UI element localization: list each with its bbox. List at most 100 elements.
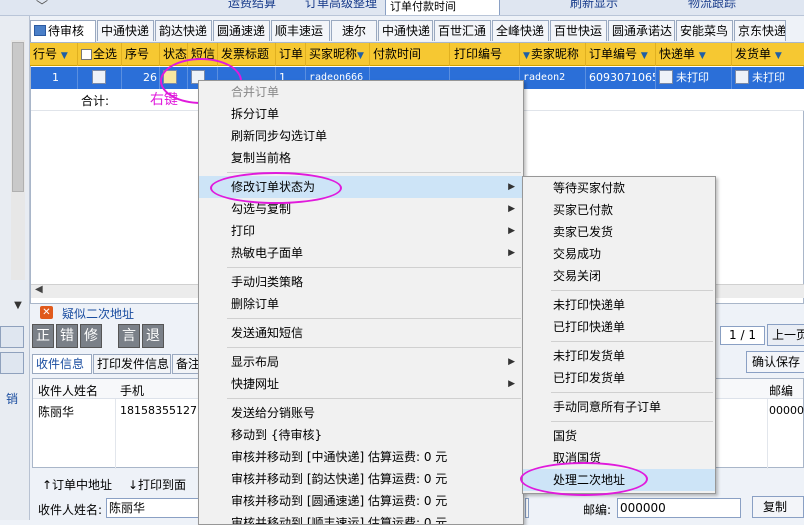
menu-item-manual-classify[interactable]: 手动归类策略 (199, 271, 523, 293)
toggle-print-face[interactable]: ↓打印到面 (128, 476, 186, 493)
tab-express[interactable]: 京东快递 (734, 20, 786, 41)
col-print-no[interactable]: 打印编号 (450, 43, 520, 66)
tab-express[interactable]: 速尔 (331, 20, 377, 41)
menu-item-review-move[interactable]: 审核并移动到 [圆通速递] 估算运费: 0 元 (199, 490, 523, 512)
submenu-item-express-unprinted[interactable]: 未打印快递单 (523, 294, 715, 316)
tab-print-sender[interactable]: 打印发件信息 (93, 354, 171, 374)
chevron-down-icon[interactable]: ﹀ (36, 0, 48, 14)
recipient-name-value[interactable]: 陈丽华 (38, 403, 74, 420)
logistics-track-button[interactable]: 物流跟踪 (688, 0, 736, 11)
filter-icon[interactable]: ▼ (699, 51, 706, 61)
submenu-item-agree-suborders[interactable]: 手动同意所有子订单 (523, 396, 715, 418)
tab-express[interactable]: 百世汇通 (434, 20, 491, 41)
tab-recipient-info[interactable]: 收件信息 (32, 354, 92, 374)
col-ship-bill[interactable]: 发货单 ▼ (732, 43, 804, 66)
ship-check[interactable] (735, 70, 749, 84)
quick-button[interactable]: 错 (56, 324, 78, 348)
menu-item-thermal-label[interactable]: 热敏电子面单 ▶ (199, 242, 523, 264)
quick-button[interactable]: 正 (32, 324, 54, 348)
chevron-right-icon: ▶ (508, 248, 515, 258)
scroll-down-icon[interactable]: ▼ (10, 300, 26, 311)
left-side-label[interactable]: 销 (0, 390, 24, 407)
menu-item-split-order[interactable]: 拆分订单 (199, 103, 523, 125)
tab-remark[interactable]: 备注 (172, 354, 200, 374)
quick-button[interactable]: 言 (118, 324, 140, 348)
close-icon[interactable]: ✕ (40, 306, 53, 319)
cell-checkbox[interactable] (78, 67, 122, 89)
submenu-item-buyer-paid[interactable]: 买家已付款 (523, 199, 715, 221)
row-checkbox[interactable] (92, 70, 106, 84)
submenu-item-await-payment[interactable]: 等待买家付款 (523, 177, 715, 199)
menu-item-delete-order[interactable]: 删除订单 (199, 293, 523, 315)
menu-item-review-move[interactable]: 审核并移动到 [韵达快递] 估算运费: 0 元 (199, 468, 523, 490)
recipient-name-input[interactable]: 陈丽华 (106, 498, 200, 518)
freight-settle-button[interactable]: 运费结算 (228, 0, 276, 11)
address-input-edge[interactable] (525, 498, 529, 518)
tab-express[interactable]: 顺丰速运 (271, 20, 330, 41)
submenu-item-seller-shipped[interactable]: 卖家已发货 (523, 221, 715, 243)
confirm-save-button[interactable]: 确认保存 (746, 351, 804, 373)
menu-item-copy-cell[interactable]: 复制当前格 (199, 147, 523, 169)
menu-item-review-move[interactable]: 审核并移动到 [顺丰速运] 估算运费: 0 元 (199, 512, 523, 524)
tab-express[interactable]: 全峰快递 (492, 20, 549, 41)
filter-icon[interactable]: ▼ (523, 51, 530, 61)
submenu-item-trade-success[interactable]: 交易成功 (523, 243, 715, 265)
menu-item-review-move[interactable]: 审核并移动到 [中通快递] 估算运费: 0 元 (199, 446, 523, 468)
tab-express[interactable]: 中通快递 (378, 20, 433, 41)
tab-express[interactable]: 百世快运 (550, 20, 607, 41)
scroll-thumb[interactable] (12, 42, 24, 192)
prev-page-button[interactable]: 上一页 (767, 324, 804, 346)
menu-item-quick-url[interactable]: 快捷网址 ▶ (199, 373, 523, 395)
scroll-left-icon[interactable]: ◀ (35, 284, 43, 295)
submenu-item-express-printed[interactable]: 已打印快递单 (523, 316, 715, 338)
menu-item-move-pending[interactable]: 移动到 {待审核} (199, 424, 523, 446)
select-all-checkbox[interactable] (81, 49, 92, 60)
quick-button[interactable]: 修 (80, 324, 102, 348)
toggle-order-address[interactable]: ↑订单中地址 (42, 476, 112, 493)
tab-express[interactable]: 韵达快递 (155, 20, 212, 41)
menu-separator (199, 315, 523, 322)
col-order[interactable]: 订单 (276, 43, 306, 66)
tab-express[interactable]: 中通快递 (97, 20, 154, 41)
filter-icon[interactable]: ▼ (641, 51, 648, 61)
submenu-item-trade-closed[interactable]: 交易关闭 (523, 265, 715, 287)
tab-pending-review[interactable]: 待审核 (30, 20, 96, 42)
menu-item-refresh-sync[interactable]: 刷新同步勾选订单 (199, 125, 523, 147)
quick-button[interactable]: 退 (142, 324, 164, 348)
col-order-no[interactable]: 订单编号 ▼ (586, 43, 656, 66)
name-label: 收件人姓名: (38, 503, 103, 517)
zip-input[interactable]: 000000 (617, 498, 741, 518)
col-seq[interactable]: 序号 (122, 43, 160, 66)
col-line-no[interactable]: 行号 ▼ (30, 43, 78, 66)
tab-express[interactable]: 圆通速递 (213, 20, 270, 41)
sort-select[interactable]: 订单付款时间 (385, 0, 500, 15)
zip-label: 邮编: (583, 503, 612, 517)
menu-item-print[interactable]: 打印 ▶ (199, 220, 523, 242)
recipient-phone-value[interactable]: 18158355127 (120, 404, 197, 417)
filter-icon[interactable]: ▼ (61, 51, 68, 61)
filter-icon[interactable]: ▼ (775, 51, 782, 61)
menu-item-layout[interactable]: 显示布局 ▶ (199, 351, 523, 373)
menu-item-send-sms[interactable]: 发送通知短信 (199, 322, 523, 344)
col-buyer[interactable]: 买家昵称▼ (306, 43, 370, 66)
express-check[interactable] (659, 70, 673, 84)
col-pay-time[interactable]: 付款时间 (370, 43, 450, 66)
submenu-item-ship-unprinted[interactable]: 未打印发货单 (523, 345, 715, 367)
copy-button[interactable]: 复制 (752, 496, 804, 518)
chevron-right-icon: ▶ (508, 357, 515, 367)
col-express-bill[interactable]: 快递单 ▼ (656, 43, 732, 66)
submenu-item-ship-printed[interactable]: 已打印发货单 (523, 367, 715, 389)
recipient-zip-value[interactable]: 000000 (769, 404, 804, 417)
left-side-button-2[interactable] (0, 352, 24, 374)
tab-express[interactable]: 圆通承诺达 (608, 20, 675, 41)
menu-item-send-distributor[interactable]: 发送给分销账号 (199, 402, 523, 424)
col-seller[interactable]: ▼卖家昵称 (520, 43, 586, 66)
filter-icon[interactable]: ▼ (357, 51, 364, 61)
left-side-button-1[interactable] (0, 326, 24, 348)
advanced-order-button[interactable]: 订单高级整理 (305, 0, 377, 11)
refresh-button[interactable]: 刷新显示 (570, 0, 618, 11)
col-select-all[interactable]: 全选 (78, 43, 122, 66)
submenu-item-domestic[interactable]: 国货 (523, 425, 715, 447)
tab-express[interactable]: 安能菜鸟 (676, 20, 733, 41)
menu-item-merge-order[interactable]: 合并订单 (199, 81, 523, 103)
